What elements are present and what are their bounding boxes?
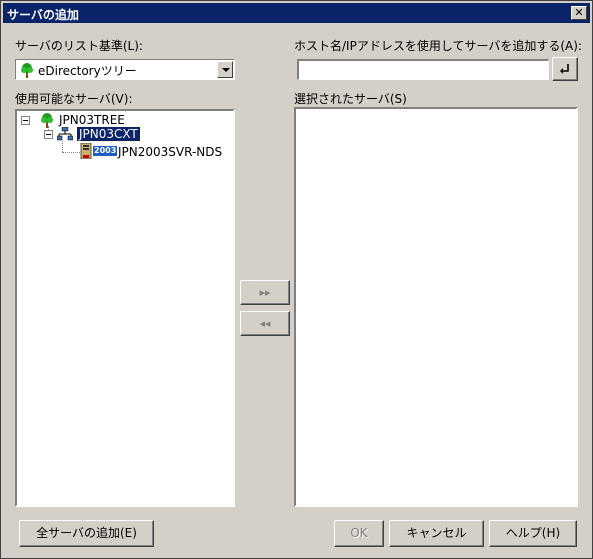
add-all-label: 全サーバの追加(E) [36, 526, 137, 540]
help-label: ヘルプ(H) [505, 526, 561, 540]
add-hostname-button[interactable] [552, 57, 578, 81]
double-chevron-right-icon: ▸▸ [259, 286, 271, 299]
available-servers-label: 使用可能なサーバ(V): [15, 92, 133, 106]
dialog-title: サーバの追加 [7, 8, 79, 22]
selected-servers-list[interactable] [294, 107, 578, 507]
tree-connector [62, 152, 80, 153]
cancel-label: キャンセル [406, 526, 467, 540]
add-all-servers-button[interactable]: 全サーバの追加(E) [19, 520, 154, 547]
close-icon: ✕ [574, 6, 584, 19]
tree-item-label[interactable]: JPN03CXT [76, 126, 141, 142]
title-bar: サーバの追加 ✕ [3, 3, 590, 23]
hostname-input[interactable] [297, 59, 549, 80]
ok-label: OK [350, 526, 368, 540]
chevron-down-icon[interactable] [217, 61, 233, 78]
remove-selected-button[interactable]: ◂◂ [240, 311, 290, 336]
list-basis-label: サーバのリスト基準(L): [15, 39, 143, 53]
close-button[interactable]: ✕ [571, 6, 587, 20]
selected-servers-label: 選択されたサーバ(S) [294, 92, 407, 106]
hostname-label: ホスト名/IPアドレスを使用してサーバを追加する(A): [294, 39, 582, 53]
list-basis-value: eDirectoryツリー [38, 64, 137, 78]
server-icon [80, 143, 92, 159]
tree-icon [41, 113, 53, 128]
collapse-toggle[interactable] [21, 116, 30, 125]
ok-button[interactable]: OK [334, 520, 384, 547]
tree-connector [62, 141, 63, 152]
list-basis-dropdown[interactable]: eDirectoryツリー [15, 59, 235, 80]
help-button[interactable]: ヘルプ(H) [489, 520, 577, 547]
available-servers-tree[interactable]: JPN03TREE JPN03CXT 2003 JPN2003SVR-NDS [15, 109, 235, 507]
double-chevron-left-icon: ◂◂ [259, 317, 271, 330]
add-server-dialog: サーバの追加 ✕ サーバのリスト基準(L): eDirectoryツリー 使用可… [0, 0, 593, 559]
version-badge: 2003 [93, 146, 118, 156]
enter-arrow-icon [560, 64, 569, 74]
cancel-button[interactable]: キャンセル [389, 520, 484, 547]
collapse-toggle[interactable] [44, 130, 53, 139]
org-context-icon [57, 127, 73, 141]
tree-icon [21, 63, 33, 78]
add-selected-button[interactable]: ▸▸ [240, 280, 290, 305]
tree-item-label[interactable]: JPN2003SVR-NDS [118, 145, 222, 159]
tree-item-label[interactable]: JPN03TREE [59, 113, 125, 127]
